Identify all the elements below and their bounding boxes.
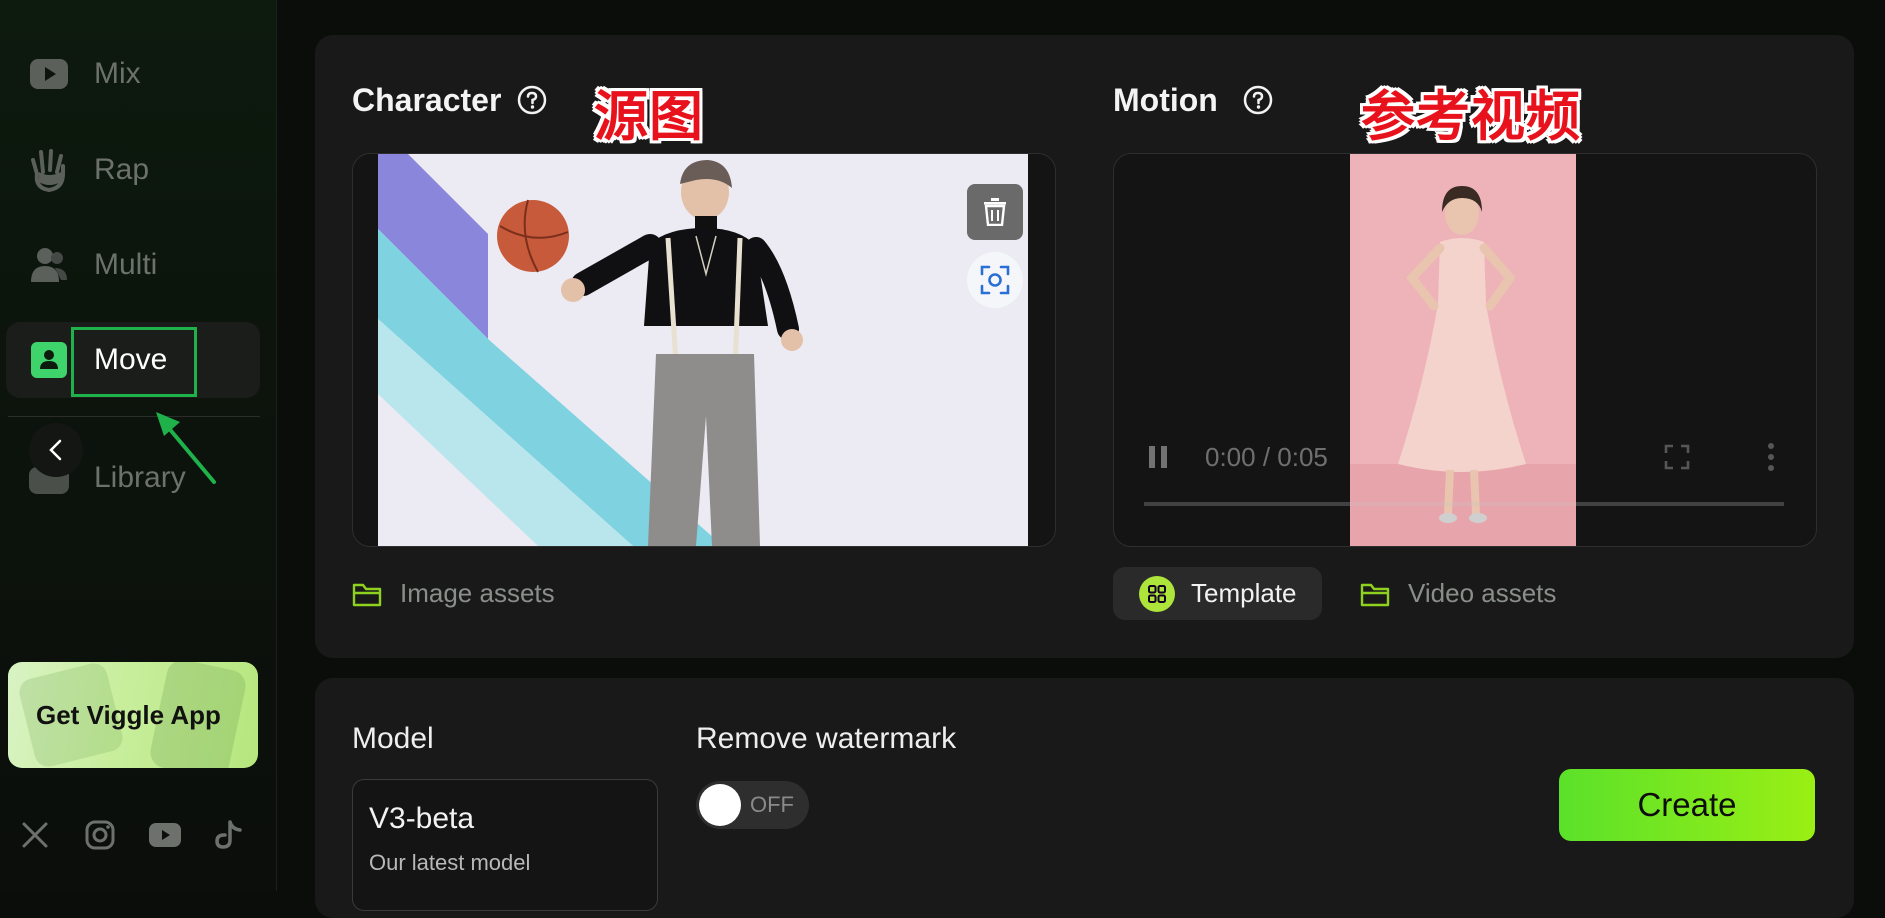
- image-assets-label: Image assets: [400, 578, 555, 608]
- chevron-left-icon: [49, 439, 62, 461]
- tiktok-icon[interactable]: [212, 818, 246, 852]
- delete-button[interactable]: [967, 184, 1023, 240]
- get-app-card[interactable]: Get Viggle App: [8, 662, 258, 768]
- motion-video-area[interactable]: 0:00 / 0:05: [1113, 153, 1817, 547]
- more-options-icon[interactable]: [1766, 442, 1776, 472]
- help-icon[interactable]: [1243, 85, 1273, 115]
- motion-title: Motion: [1113, 82, 1218, 118]
- model-label: Model: [352, 722, 434, 755]
- sidebar: Mix Rap Multi Move Library Get Viggle Ap…: [0, 0, 277, 891]
- hand-icon: [28, 149, 70, 192]
- fullscreen-icon[interactable]: [1664, 444, 1690, 470]
- play-icon: [28, 53, 70, 95]
- trash-icon: [984, 198, 1006, 226]
- help-icon[interactable]: [517, 85, 547, 115]
- create-button[interactable]: Create: [1559, 769, 1815, 841]
- video-assets-label: Video assets: [1408, 578, 1557, 608]
- character-image: [378, 154, 1028, 546]
- template-label: Template: [1191, 578, 1297, 608]
- folder-icon: [1360, 583, 1390, 606]
- sidebar-item-label: Mix: [94, 57, 141, 90]
- grid-icon: [1139, 575, 1175, 612]
- users-icon: [28, 244, 70, 286]
- move-highlight-box: [71, 327, 197, 397]
- divider: [8, 416, 260, 417]
- watermark-label: Remove watermark: [696, 722, 957, 755]
- toggle-state: OFF: [750, 792, 794, 817]
- image-assets-link[interactable]: Image assets: [352, 578, 555, 609]
- watermark-toggle[interactable]: OFF: [696, 781, 809, 829]
- sidebar-item-multi[interactable]: Multi: [6, 227, 260, 303]
- pause-icon[interactable]: [1147, 444, 1169, 470]
- annotation-arrow-icon: [156, 412, 216, 484]
- sidebar-item-label: Multi: [94, 248, 158, 281]
- sidebar-item-rap[interactable]: Rap: [6, 132, 260, 208]
- model-name: V3-beta: [369, 802, 475, 835]
- model-description: Our latest model: [369, 850, 531, 875]
- x-icon[interactable]: [18, 818, 52, 852]
- video-progress-bar[interactable]: [1144, 502, 1784, 506]
- template-button[interactable]: Template: [1113, 567, 1322, 620]
- character-annotation: 源图: [594, 85, 704, 148]
- get-app-title: Get Viggle App: [36, 700, 221, 730]
- video-controls: 0:00 / 0:05: [1114, 154, 1814, 546]
- instagram-icon[interactable]: [83, 818, 117, 852]
- character-title: Character: [352, 82, 502, 118]
- sidebar-item-label: Rap: [94, 153, 150, 186]
- person-icon: [28, 339, 70, 381]
- character-upload-area[interactable]: [352, 153, 1056, 547]
- toggle-knob: [699, 784, 741, 826]
- scan-face-icon: [980, 265, 1010, 295]
- collapse-sidebar-button[interactable]: [29, 423, 83, 477]
- video-time: 0:00 / 0:05: [1205, 442, 1328, 472]
- youtube-icon[interactable]: [148, 818, 182, 852]
- motion-annotation: 参考视频: [1361, 85, 1581, 148]
- model-select[interactable]: V3-beta Our latest model: [352, 779, 658, 911]
- detect-button[interactable]: [967, 252, 1023, 308]
- folder-icon: [352, 583, 382, 606]
- sidebar-item-mix[interactable]: Mix: [6, 36, 260, 112]
- video-assets-link[interactable]: Video assets: [1360, 578, 1556, 609]
